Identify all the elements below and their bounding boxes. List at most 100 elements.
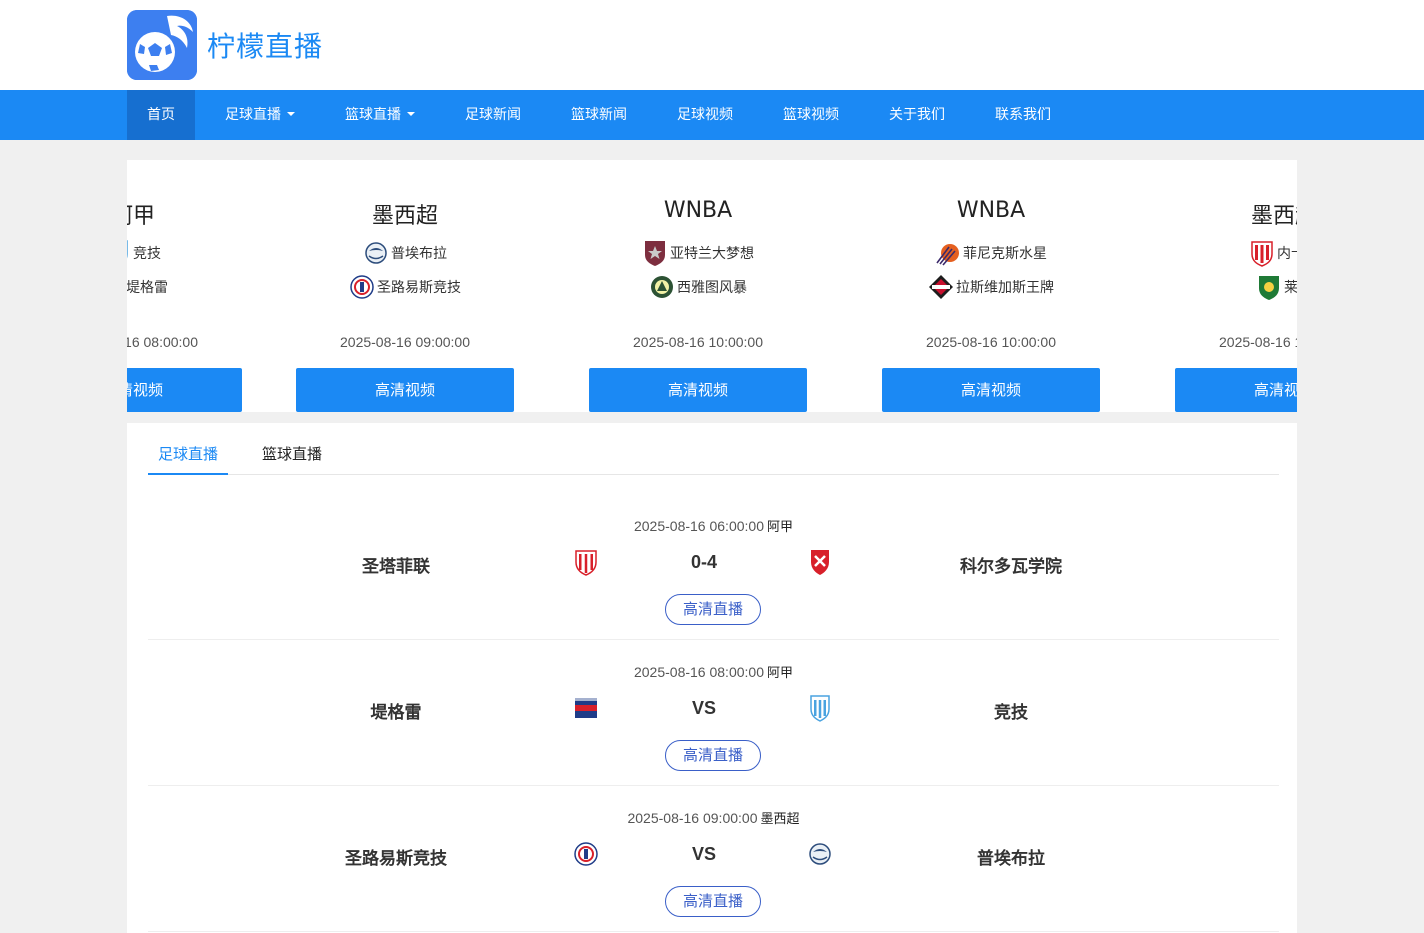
match-time: 2025-08-16 09:00:00	[627, 810, 758, 826]
match-datetime: 2025-08-16 09:00:00 墨西超	[148, 808, 1279, 827]
carousel-slide: 阿甲 竞技 堤格雷 2025-08-16 08:00:00 高清视频	[127, 160, 253, 412]
site-title: 柠檬直播	[207, 30, 324, 63]
team-name: 堤格雷	[127, 280, 168, 296]
slide-league: WNBA	[663, 198, 733, 223]
nav-item-label: 篮球新闻	[571, 107, 627, 123]
match-row: 2025-08-16 08:00:00 阿甲 堤格雷 VS 竞技 高清直播	[148, 640, 1279, 786]
team-name: 圣路易斯竞技	[377, 280, 461, 296]
slide-team-away: 圣路易斯竞技	[285, 272, 525, 302]
hd-video-button[interactable]: 高清视频	[127, 368, 242, 412]
nav-item-football-video[interactable]: 足球视频	[657, 90, 753, 140]
nav-item-basketball-live[interactable]: 篮球直播	[325, 90, 435, 140]
match-score: VS	[691, 698, 716, 718]
slide-time: 2025-08-16 08:00:00	[127, 334, 198, 350]
nav-item-football-news[interactable]: 足球新闻	[445, 90, 541, 140]
team-crest-icon	[1249, 239, 1275, 267]
team-crest-icon	[935, 239, 961, 267]
nav-item-label: 足球视频	[677, 107, 733, 123]
nav-item-label: 关于我们	[889, 107, 945, 123]
away-team-crest-icon	[806, 840, 834, 868]
team-crest-icon	[363, 239, 389, 267]
team-crest-icon	[642, 239, 668, 267]
team-crest-icon	[649, 273, 675, 301]
away-team-name[interactable]: 科尔多瓦学院	[911, 552, 1111, 577]
match-league: 阿甲	[766, 666, 793, 681]
carousel-slide: WNBA 菲尼克斯水星 拉斯维加斯王牌 2025-08-16 10:00:00 …	[871, 160, 1111, 412]
away-team-crest-icon	[806, 548, 834, 576]
soccer-ball-flame-icon	[127, 10, 197, 80]
match-time: 2025-08-16 08:00:00	[633, 664, 764, 680]
match-row: 2025-08-16 06:00:00 阿甲 圣塔菲联 0-4 科尔多瓦学院 高清…	[148, 494, 1279, 640]
nav-item-home[interactable]: 首页	[127, 90, 195, 140]
match-league: 墨西超	[760, 812, 800, 827]
sport-tabs: 足球直播 篮球直播	[148, 423, 1279, 475]
main-nav: 首页 足球直播 篮球直播 足球新闻 篮球新闻 足球视频 篮球视频 关于我们 联系我们	[0, 90, 1424, 140]
match-league: 阿甲	[766, 520, 793, 535]
match-list-panel: 足球直播 篮球直播 2025-08-16 06:00:00 阿甲 圣塔菲联 0-4…	[127, 423, 1297, 933]
team-name: 莱昂	[1284, 280, 1297, 296]
home-team-name[interactable]: 圣路易斯竞技	[296, 844, 496, 869]
slide-team-home: 竞技	[127, 238, 253, 268]
hd-video-button[interactable]: 高清视频	[589, 368, 807, 412]
slide-team-away: 西雅图风暴	[578, 272, 818, 302]
hd-live-button[interactable]: 高清直播	[665, 740, 761, 771]
featured-carousel[interactable]: 阿甲 竞技 堤格雷 2025-08-16 08:00:00 高清视频 墨西超 普…	[127, 160, 1297, 412]
home-team-crest-icon	[572, 694, 600, 722]
team-crest-icon	[1256, 273, 1282, 301]
slide-time: 2025-08-16 09:00:00	[340, 334, 470, 350]
hd-live-button[interactable]: 高清直播	[665, 886, 761, 917]
caret-down-icon	[407, 112, 415, 116]
nav-item-label: 足球直播	[225, 107, 281, 123]
nav-item-basketball-video[interactable]: 篮球视频	[763, 90, 859, 140]
nav-item-contact-us[interactable]: 联系我们	[975, 90, 1071, 140]
nav-item-label: 篮球直播	[345, 107, 401, 123]
team-name: 内卡萨	[1277, 246, 1297, 262]
slide-time: 2025-08-16 10:00:00	[1219, 334, 1297, 350]
team-name: 亚特兰大梦想	[670, 246, 754, 262]
team-name: 普埃布拉	[391, 246, 447, 262]
nav-item-label: 首页	[147, 107, 175, 123]
nav-item-basketball-news[interactable]: 篮球新闻	[551, 90, 647, 140]
site-logo[interactable]: 柠檬直播	[127, 10, 323, 80]
team-crest-icon	[349, 273, 375, 301]
carousel-slide: 墨西超 普埃布拉 圣路易斯竞技 2025-08-16 09:00:00 高清视频	[285, 160, 525, 412]
slide-team-home: 内卡萨	[1164, 238, 1297, 268]
nav-item-label: 篮球视频	[783, 107, 839, 123]
away-team-name[interactable]: 普埃布拉	[911, 844, 1111, 869]
hd-live-button[interactable]: 高清直播	[665, 594, 761, 625]
slide-league: 阿甲	[127, 204, 155, 229]
slide-team-home: 亚特兰大梦想	[578, 238, 818, 268]
match-row: 2025-08-16 09:00:00 墨西超 圣路易斯竞技 VS 普埃布拉 高清…	[148, 786, 1279, 932]
team-crest-icon	[928, 273, 954, 301]
slide-league: 墨西超	[371, 204, 438, 229]
team-name: 西雅图风暴	[677, 280, 747, 296]
home-team-crest-icon	[572, 840, 600, 868]
caret-down-icon	[287, 112, 295, 116]
slide-team-away: 堤格雷	[127, 272, 253, 302]
hd-video-button[interactable]: 高清视频	[882, 368, 1100, 412]
match-time: 2025-08-16 06:00:00	[633, 518, 764, 534]
slide-team-away: 拉斯维加斯王牌	[871, 272, 1111, 302]
nav-item-football-live[interactable]: 足球直播	[205, 90, 315, 140]
nav-item-about-us[interactable]: 关于我们	[869, 90, 965, 140]
team-name: 竞技	[133, 246, 161, 262]
match-datetime: 2025-08-16 08:00:00 阿甲	[148, 662, 1279, 681]
tab-football-live[interactable]: 足球直播	[148, 423, 229, 475]
away-team-name[interactable]: 竞技	[911, 698, 1111, 723]
match-score: VS	[691, 844, 716, 864]
team-name: 拉斯维加斯王牌	[956, 280, 1054, 296]
home-team-name[interactable]: 堤格雷	[296, 698, 496, 723]
slide-league: WNBA	[956, 198, 1026, 223]
away-team-crest-icon	[806, 694, 834, 722]
slide-team-home: 普埃布拉	[285, 238, 525, 268]
home-team-crest-icon	[572, 548, 600, 576]
nav-item-label: 足球新闻	[465, 107, 521, 123]
tab-basketball-live[interactable]: 篮球直播	[252, 423, 332, 475]
match-score: 0-4	[690, 552, 717, 572]
nav-item-label: 联系我们	[995, 107, 1051, 123]
team-name: 菲尼克斯水星	[963, 246, 1047, 262]
site-header: 柠檬直播	[0, 0, 1424, 90]
hd-video-button[interactable]: 高清视频	[1175, 368, 1297, 412]
home-team-name[interactable]: 圣塔菲联	[296, 552, 496, 577]
hd-video-button[interactable]: 高清视频	[296, 368, 514, 412]
